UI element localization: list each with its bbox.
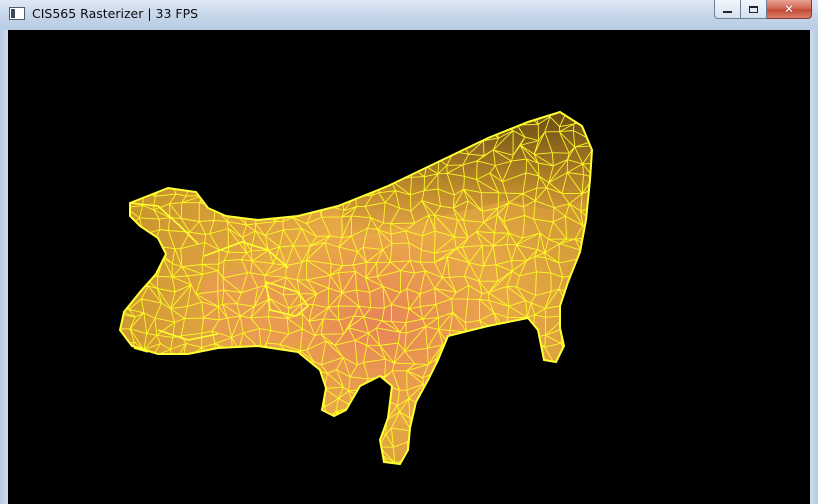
maximize-icon bbox=[749, 5, 758, 13]
title-bar[interactable]: CIS565 Rasterizer | 33 FPS ✕ bbox=[0, 0, 818, 30]
window-controls: ✕ bbox=[714, 0, 812, 20]
rendered-cow-model bbox=[119, 111, 593, 465]
window-title: CIS565 Rasterizer | 33 FPS bbox=[32, 6, 199, 21]
maximize-button[interactable] bbox=[741, 0, 767, 19]
close-icon: ✕ bbox=[783, 2, 795, 16]
render-viewport[interactable] bbox=[8, 30, 810, 504]
minimize-icon bbox=[723, 11, 732, 13]
window-border-right[interactable] bbox=[810, 30, 818, 504]
app-window: CIS565 Rasterizer | 33 FPS ✕ bbox=[0, 0, 818, 504]
app-window-icon[interactable] bbox=[9, 7, 25, 20]
close-button[interactable]: ✕ bbox=[767, 0, 812, 19]
window-border-left[interactable] bbox=[0, 30, 8, 504]
minimize-button[interactable] bbox=[714, 0, 741, 19]
